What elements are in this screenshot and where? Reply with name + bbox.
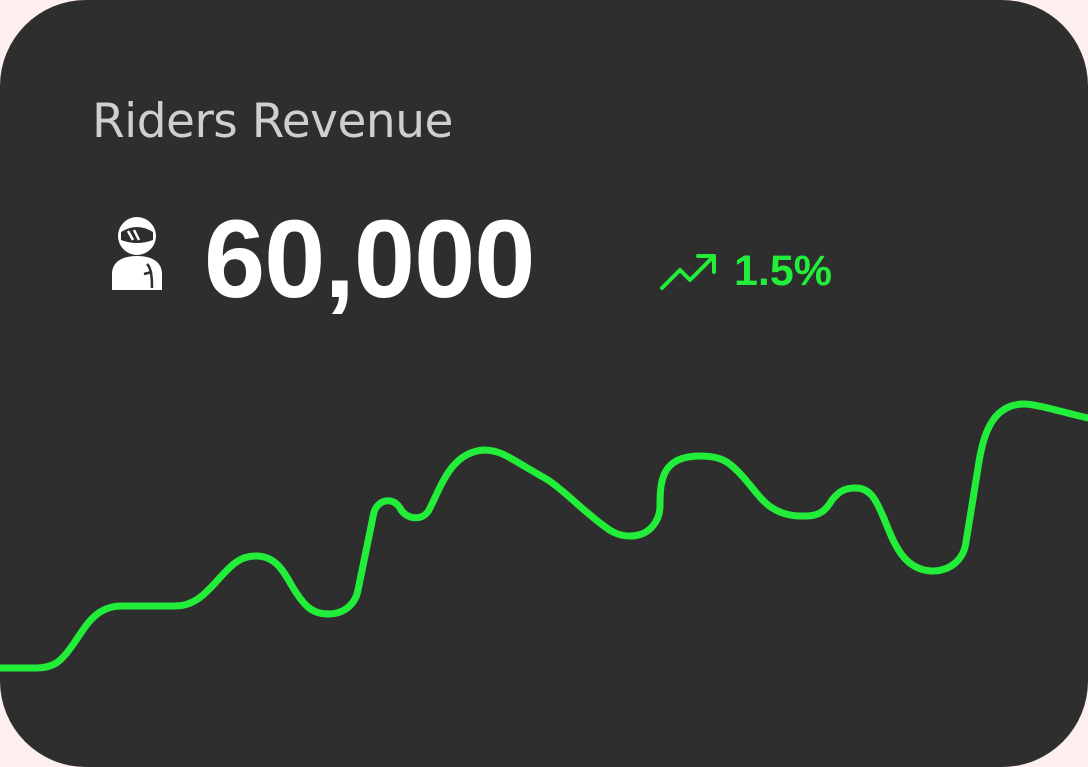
sparkline-path	[0, 400, 1088, 672]
revenue-sparkline	[0, 400, 1088, 672]
revenue-card: Riders Revenue 60,000 1.5%	[0, 0, 1088, 767]
